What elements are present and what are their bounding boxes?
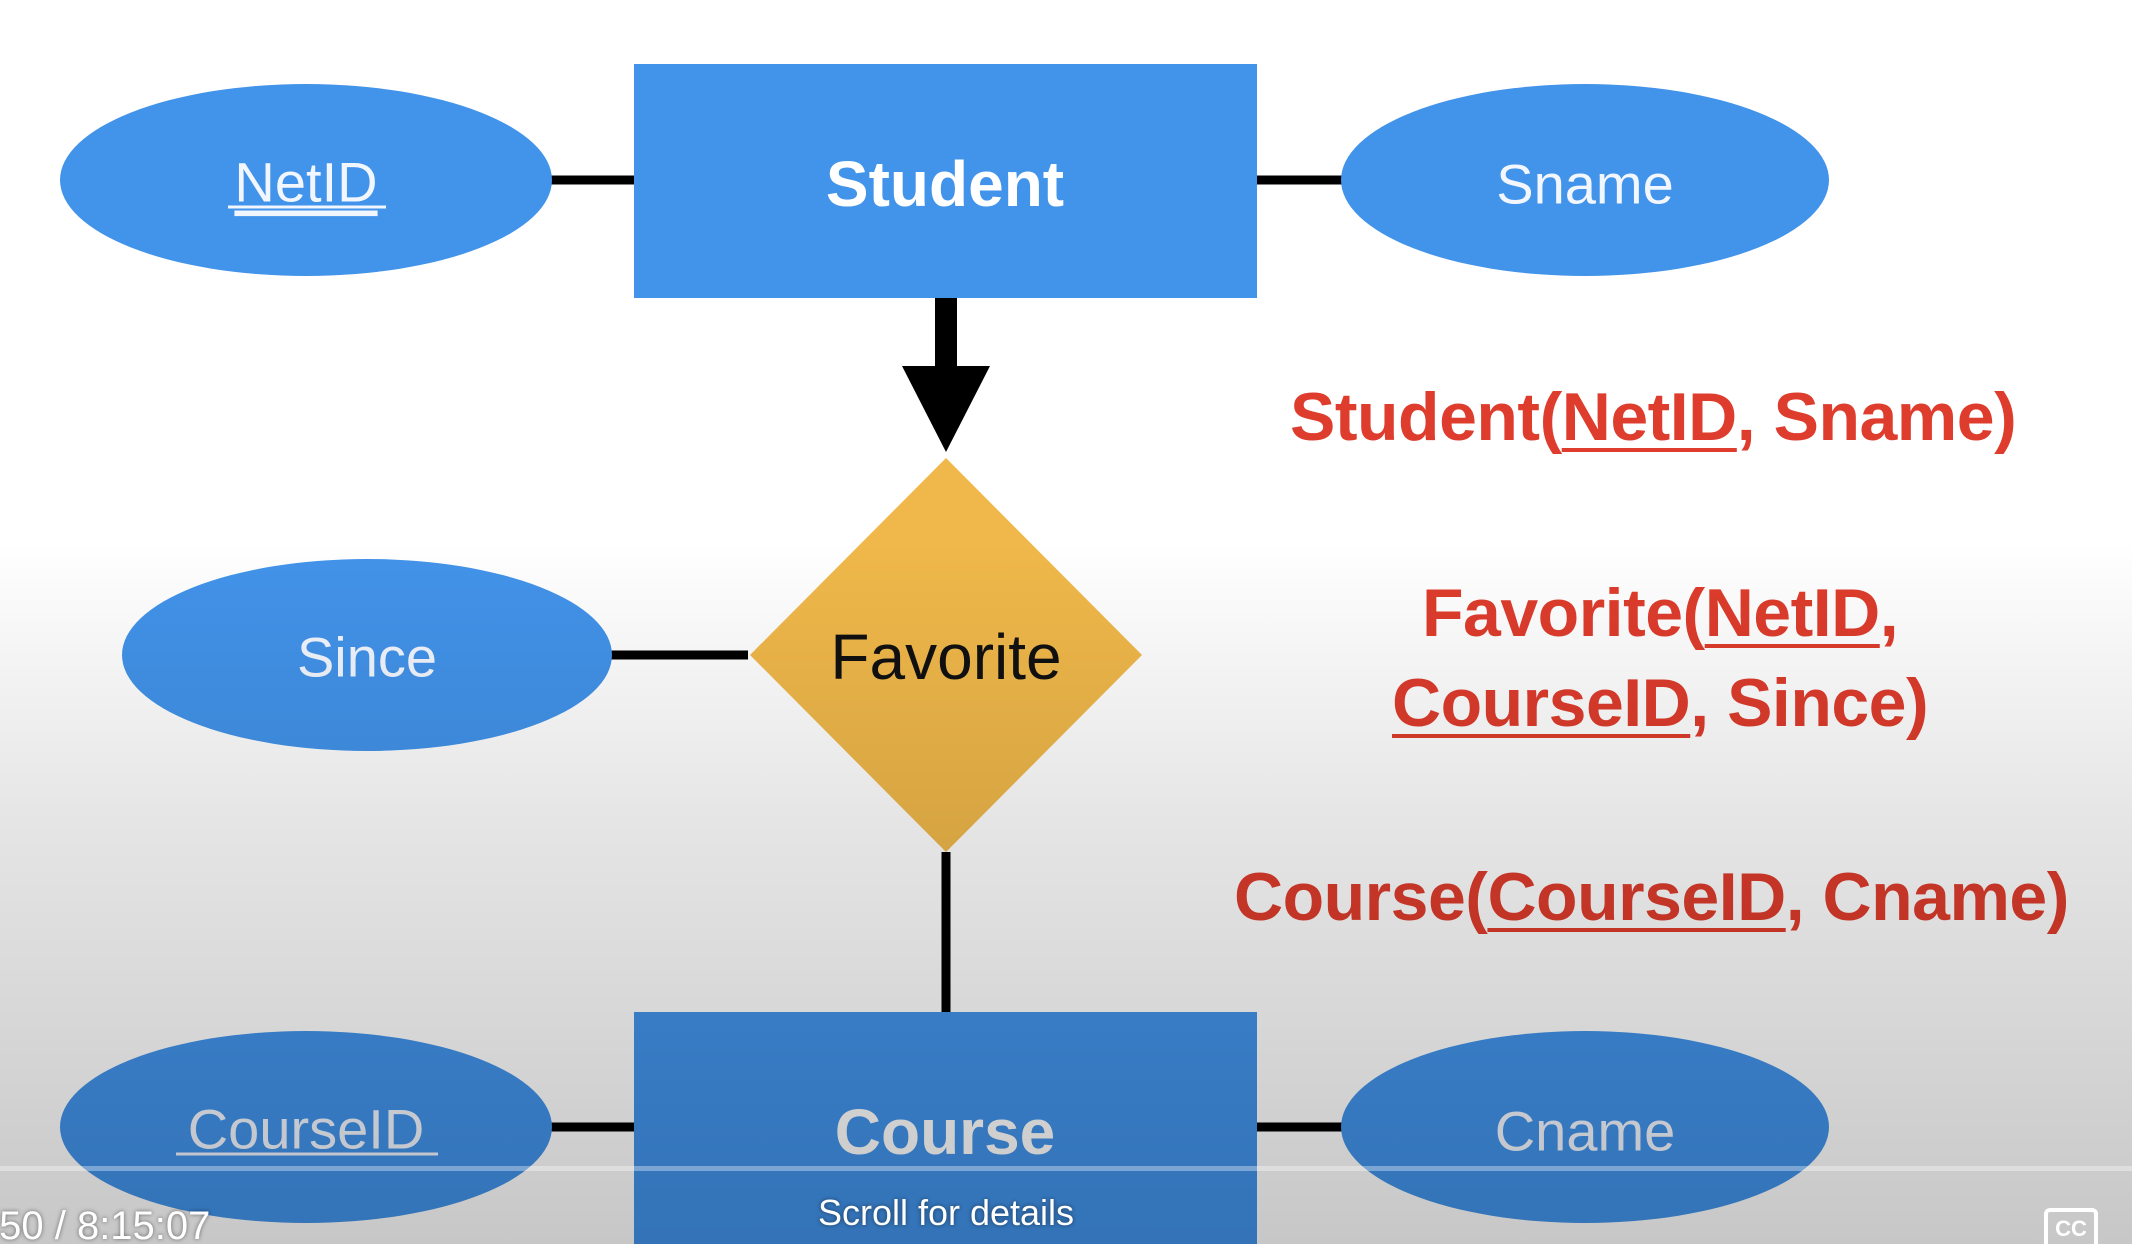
cname-attribute-label: Cname [1495,1100,1676,1163]
schema-student-rest: , Sname) [1736,379,2017,455]
course-entity-label: Course [835,1096,1056,1168]
arrowhead-icon [902,366,990,452]
schema-course-rest: , Cname) [1785,859,2070,935]
sname-attribute-label: Sname [1496,153,1673,216]
schema-favorite-key1: NetID [1704,575,1881,651]
netid-attribute-label: NetID [234,151,377,214]
schema-favorite-line2: CourseID, Since) [1392,664,1929,742]
closed-captions-button[interactable]: CC [2044,1208,2098,1244]
student-entity-label: Student [826,148,1064,220]
schema-favorite-key2: CourseID [1392,665,1691,741]
schema-student-key: NetID [1561,379,1738,455]
schema-course-key: CourseID [1487,859,1786,935]
schema-course-name: Course( [1234,859,1488,935]
schema-favorite-rest: , Since) [1690,665,1929,741]
since-attribute-label: Since [297,626,437,689]
video-frame[interactable]: Student NetID Sname Favorite Since Cours… [0,0,2132,1244]
progress-bar[interactable] [0,1166,2132,1171]
scroll-for-details-hint[interactable]: Scroll for details [0,1192,1892,1234]
courseid-attribute-label: CourseID [188,1098,425,1161]
schema-favorite-name: Favorite( [1422,575,1705,651]
schema-favorite-line1: Favorite(NetID, [1422,574,1899,652]
schema-favorite-sep: , [1879,575,1899,651]
schema-student: Student(NetID, Sname) [1290,378,2017,456]
schema-student-name: Student( [1290,379,1562,455]
schema-course: Course(CourseID, Cname) [1234,858,2069,936]
favorite-relationship-label: Favorite [830,621,1061,693]
